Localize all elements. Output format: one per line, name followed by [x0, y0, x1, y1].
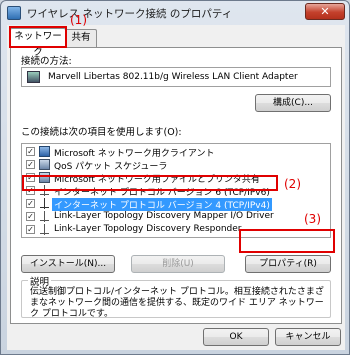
item-checkbox[interactable]: ✓ — [26, 199, 35, 208]
network-adapter-icon — [27, 71, 40, 83]
description-group: 説明 伝送制御プロトコル/インターネット プロトコル。相互接続されたさまざまなネ… — [21, 274, 331, 319]
list-item[interactable]: ✓ Link-Layer Topology Discovery Mapper I… — [22, 210, 330, 223]
list-item[interactable]: ✓ Link-Layer Topology Discovery Responde… — [22, 223, 330, 236]
item-label: Link-Layer Topology Discovery Responder — [54, 224, 242, 234]
tab-network[interactable]: ネットワーク — [10, 28, 66, 58]
protocol-icon — [39, 198, 50, 209]
close-button[interactable]: ✕ — [305, 3, 345, 20]
cancel-button[interactable]: キャンセル — [275, 328, 341, 346]
adapter-name: Marvell Libertas 802.11b/g Wireless LAN … — [48, 72, 298, 82]
network-client-icon — [39, 146, 50, 157]
properties-button[interactable]: プロパティ(R) — [245, 255, 331, 273]
protocol-icon — [39, 224, 50, 235]
list-item[interactable]: ✓ Microsoft ネットワーク用クライアント — [22, 145, 330, 159]
callout-label-1: (1) — [70, 13, 87, 27]
ok-button[interactable]: OK — [203, 328, 269, 346]
service-icon — [39, 172, 50, 183]
window-title: ワイヤレス ネットワーク接続 のプロパティ — [27, 8, 233, 20]
item-label: Link-Layer Topology Discovery Mapper I/O… — [54, 211, 274, 221]
description-text: 伝送制御プロトコル/インターネット プロトコル。相互接続されたさまざまなネットワ… — [30, 287, 324, 319]
list-item[interactable]: ✓ QoS パケット スケジューラ — [22, 158, 330, 172]
connect-using-label: 接続の方法: — [21, 56, 72, 67]
configure-button[interactable]: 構成(C)... — [255, 94, 331, 112]
item-checkbox[interactable]: ✓ — [26, 173, 35, 182]
description-title: 説明 — [28, 274, 52, 288]
properties-dialog: ワイヤレス ネットワーク接続 のプロパティ ✕ 共有 ネットワーク 接続の方法:… — [0, 0, 350, 355]
item-checkbox[interactable]: ✓ — [26, 147, 35, 156]
install-button[interactable]: インストール(N)... — [21, 255, 115, 273]
list-item-selected[interactable]: ✓ インターネット プロトコル バージョン 4 (TCP/IPv4) — [22, 197, 330, 211]
title-bar[interactable]: ワイヤレス ネットワーク接続 のプロパティ ✕ — [1, 1, 349, 25]
uninstall-button[interactable]: 削除(U) — [131, 255, 225, 273]
item-checkbox[interactable]: ✓ — [26, 212, 35, 221]
callout-label-3: (3) — [304, 212, 321, 226]
service-icon — [39, 159, 50, 170]
item-checkbox[interactable]: ✓ — [26, 225, 35, 234]
item-checkbox[interactable]: ✓ — [26, 186, 35, 195]
network-connection-icon — [7, 6, 21, 20]
item-checkbox[interactable]: ✓ — [26, 160, 35, 169]
protocol-icon — [39, 185, 50, 196]
callout-label-2: (2) — [284, 177, 301, 191]
tab-sharing[interactable]: 共有 — [65, 29, 97, 47]
items-label: この接続は次の項目を使用します(O): — [21, 127, 182, 138]
adapter-field: Marvell Libertas 802.11b/g Wireless LAN … — [21, 67, 331, 87]
protocol-icon — [39, 211, 50, 222]
